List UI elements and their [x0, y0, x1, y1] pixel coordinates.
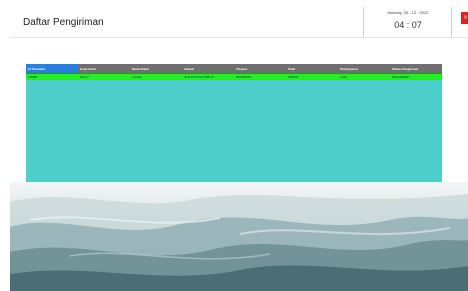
table-cell: Cavaja	[130, 73, 182, 80]
table-cell: DELIVERED	[390, 73, 442, 80]
close-button[interactable]: x	[461, 12, 468, 24]
column-header[interactable]: Id Transaksi	[26, 64, 78, 74]
shipment-table: Id Transaksi Sopir Kirim Nama Paket Alam…	[26, 64, 442, 80]
header-divider	[363, 7, 364, 37]
column-header[interactable]: Alamat	[182, 64, 234, 74]
table-cell: 458108	[286, 73, 338, 80]
page-title: Daftar Pengiriman	[23, 17, 104, 28]
date-label: Monday, 26 - 12 - 2022	[387, 10, 429, 15]
column-header[interactable]: Sopir Kirim	[78, 64, 130, 74]
column-header[interactable]: Status Pengiriman	[390, 64, 442, 74]
wave-artwork	[10, 194, 468, 291]
table-cell: JL.RAYA WAO 988 10	[182, 73, 234, 80]
column-header[interactable]: Total	[286, 64, 338, 74]
table-cell: Sato 2	[78, 73, 130, 80]
shipment-table-panel: Id Transaksi Sopir Kirim Nama Paket Alam…	[26, 64, 442, 182]
table-row[interactable]: TR388 Sato 2 Cavaja JL.RAYA WAO 988 10 0…	[26, 73, 442, 80]
column-header[interactable]: Telepon	[234, 64, 286, 74]
background-wave-image	[10, 182, 468, 291]
clock-time: 04 : 07	[394, 20, 422, 30]
close-icon: x	[464, 15, 467, 21]
table-cell: 081366754	[234, 73, 286, 80]
table-header-row: Id Transaksi Sopir Kirim Nama Paket Alam…	[26, 64, 442, 74]
header-divider	[451, 7, 452, 37]
column-header[interactable]: Nama Paket	[130, 64, 182, 74]
header-bar: Daftar Pengiriman Monday, 26 - 12 - 2022…	[10, 7, 468, 38]
table-cell: TR388	[26, 73, 78, 80]
table-cell: Cash	[338, 73, 390, 80]
column-header[interactable]: Pembayaran	[338, 64, 390, 74]
